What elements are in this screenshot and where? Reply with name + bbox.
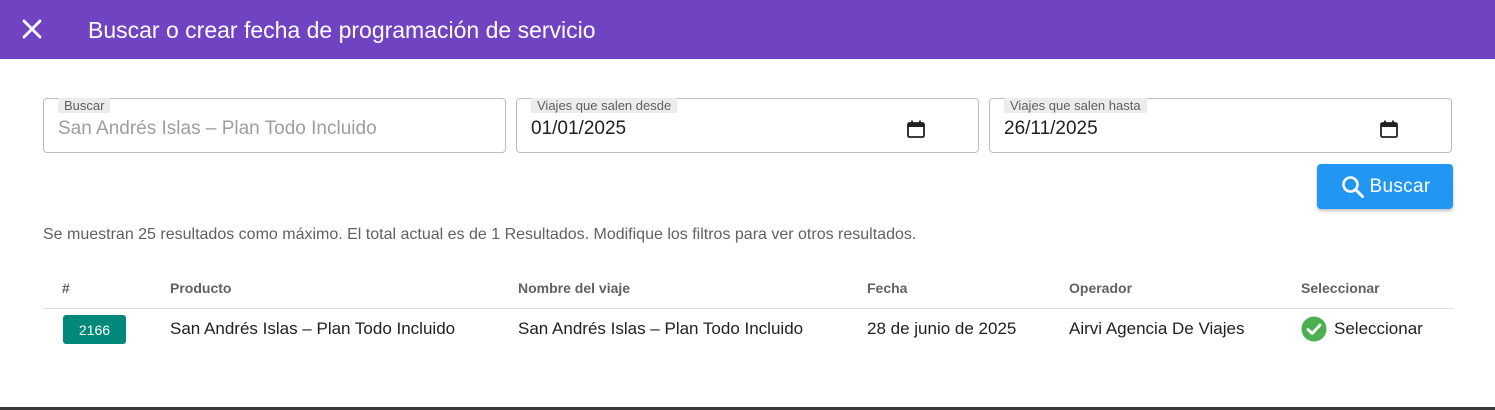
row-operador: Airvi Agencia De Viajes (1069, 319, 1245, 338)
dialog-header: Buscar o crear fecha de programación de … (0, 0, 1495, 59)
col-header-nombre-viaje: Nombre del viaje (518, 280, 631, 296)
check-circle-icon (1301, 316, 1327, 342)
table-header: # Producto Nombre del viaje Fecha Operad… (43, 272, 1454, 309)
search-button[interactable]: Buscar (1317, 164, 1453, 209)
row-fecha: 28 de junio de 2025 (867, 319, 1017, 338)
results-table: # Producto Nombre del viaje Fecha Operad… (43, 272, 1454, 344)
col-header-id: # (62, 280, 70, 296)
date-to-label: Viajes que salen hasta (1004, 98, 1147, 113)
search-field-label: Buscar (58, 98, 111, 113)
dialog-title: Buscar o crear fecha de programación de … (88, 17, 596, 43)
row-id-badge: 2166 (63, 315, 126, 344)
col-header-producto: Producto (170, 280, 232, 296)
col-header-seleccionar: Seleccionar (1301, 280, 1380, 296)
search-icon (1341, 175, 1364, 198)
col-header-operador: Operador (1069, 280, 1133, 296)
search-button-label: Buscar (1369, 175, 1431, 197)
row-nombre-viaje: San Andrés Islas – Plan Todo Incluido (518, 319, 804, 338)
search-dialog: Buscar o crear fecha de programación de … (0, 0, 1495, 410)
date-from-field[interactable]: Viajes que salen desde 01/01/2025 (516, 98, 979, 153)
select-button-label: Seleccionar (1334, 319, 1423, 338)
close-button[interactable] (17, 14, 47, 44)
date-from-label: Viajes que salen desde (531, 98, 678, 113)
col-header-fecha: Fecha (867, 280, 908, 296)
calendar-icon[interactable] (1379, 119, 1399, 139)
date-to-input[interactable]: 26/11/2025 (1004, 118, 1098, 140)
results-info-text: Se muestran 25 resultados como máximo. E… (43, 226, 917, 243)
calendar-icon[interactable] (906, 119, 926, 139)
select-button[interactable]: Seleccionar (1301, 316, 1423, 342)
search-input[interactable]: San Andrés Islas – Plan Todo Incluido (58, 118, 377, 140)
row-producto: San Andrés Islas – Plan Todo Incluido (170, 319, 456, 338)
search-field[interactable]: Buscar San Andrés Islas – Plan Todo Incl… (43, 98, 506, 153)
date-to-field[interactable]: Viajes que salen hasta 26/11/2025 (989, 98, 1452, 153)
date-from-input[interactable]: 01/01/2025 (531, 118, 626, 140)
close-icon (22, 19, 42, 39)
